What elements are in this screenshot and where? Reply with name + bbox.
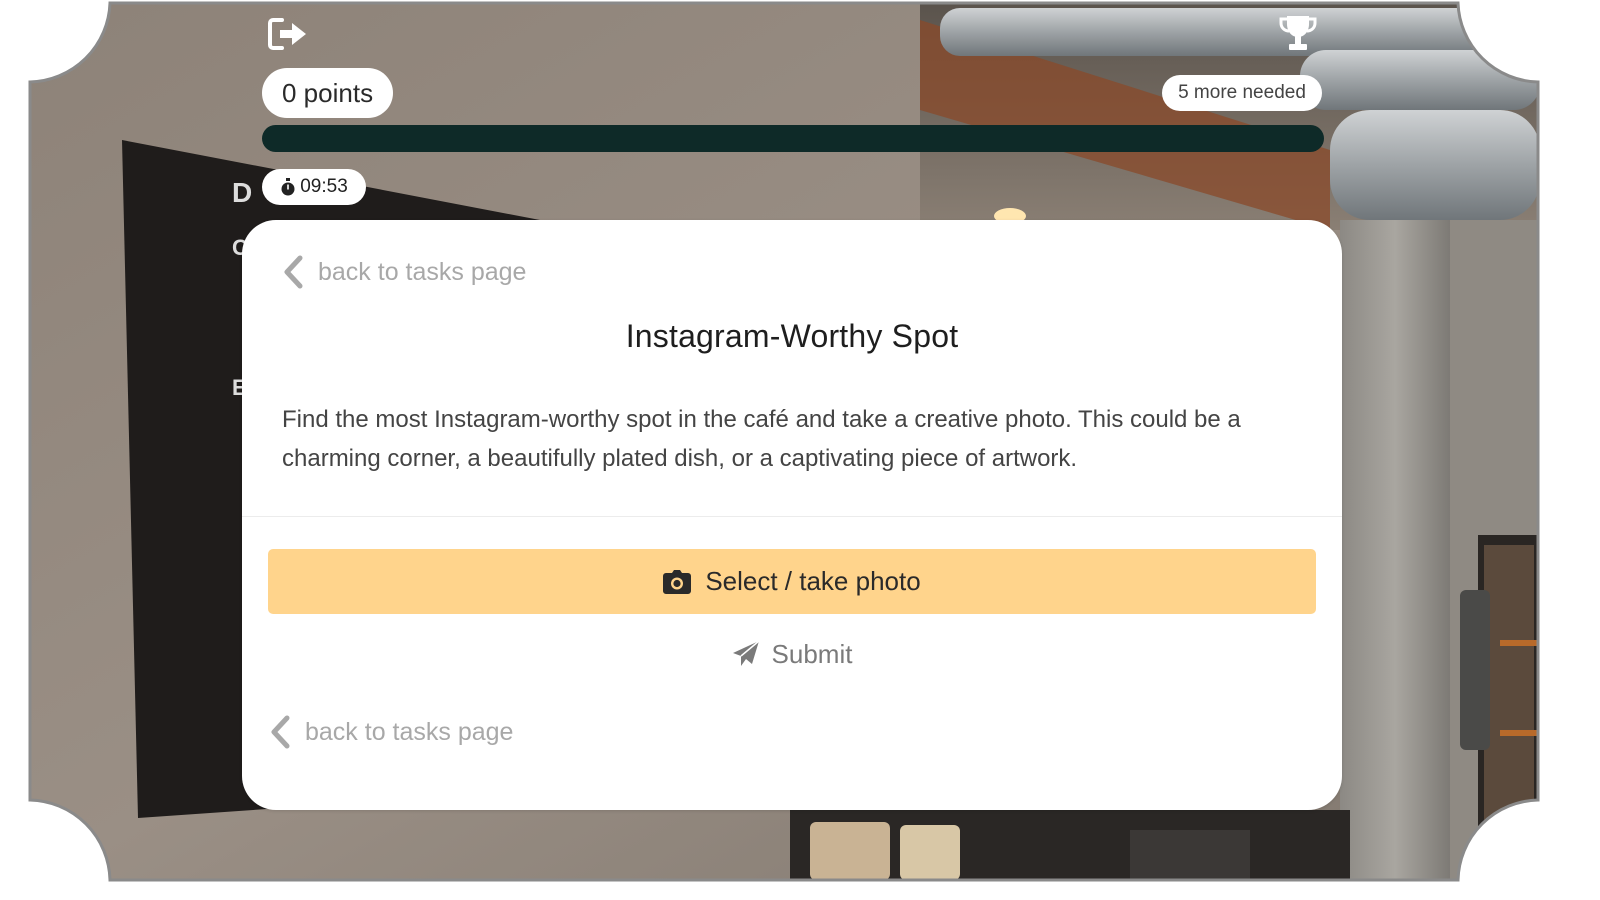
divider [242,516,1342,517]
stopwatch-icon [281,178,295,196]
back-to-tasks-link-bottom[interactable]: back to tasks page [269,715,513,749]
camera-icon [663,569,692,594]
chevron-left-icon [271,715,290,749]
points-needed-label: 5 more needed [1178,82,1306,103]
trophy-icon[interactable] [1278,14,1318,52]
select-photo-label: Select / take photo [705,566,921,596]
task-description: Find the most Instagram-worthy spot in t… [282,406,1241,472]
back-link-label: back to tasks page [318,257,527,286]
submit-button[interactable]: Submit [712,634,872,674]
points-badge: 0 points [262,68,394,118]
sign-out-icon[interactable] [268,16,308,52]
select-photo-button[interactable]: Select / take photo [268,549,1316,614]
timer-value: 09:53 [300,176,348,197]
submit-label: Submit [771,638,853,669]
timer-badge: 09:53 [262,169,366,205]
points-progress-bar [262,125,1324,152]
back-to-tasks-link-top[interactable]: back to tasks page [282,255,526,289]
svg-text:D: D [232,177,252,208]
task-title: Instagram-Worthy Spot [625,318,959,354]
paper-plane-icon [732,640,760,666]
back-link-label: back to tasks page [305,717,514,746]
task-card: back to tasks page Instagram-Worthy Spot… [242,220,1342,810]
points-needed-badge: 5 more needed [1162,75,1322,111]
points-label: 0 points [282,77,374,108]
chevron-left-icon [284,255,303,289]
